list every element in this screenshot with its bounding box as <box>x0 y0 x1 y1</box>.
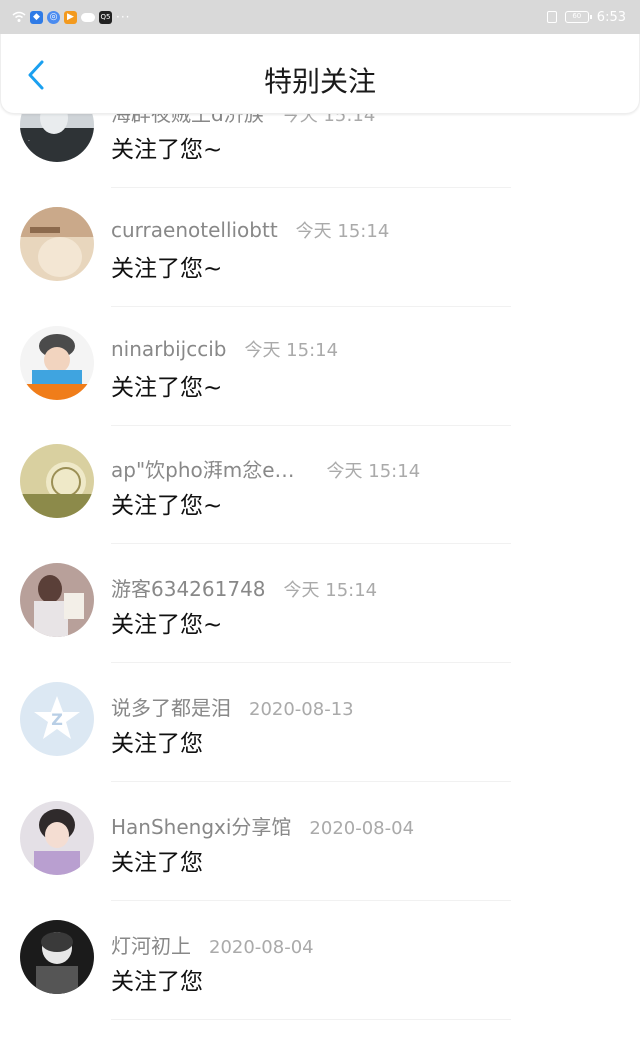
svg-text:·: · <box>28 138 30 145</box>
divider <box>111 1018 511 1020</box>
message-text: 关注了您 <box>111 849 203 876</box>
status-time: 6:53 <box>596 9 626 25</box>
avatar[interactable] <box>20 206 94 281</box>
username[interactable]: 游客634261748 <box>111 573 266 602</box>
avatar[interactable] <box>20 563 94 638</box>
app-icon-blue: ◆ <box>30 10 43 24</box>
username[interactable]: 灯河初上 <box>111 930 191 959</box>
timestamp: 2020-08-04 <box>309 817 415 839</box>
avatar[interactable] <box>20 919 94 994</box>
list-item[interactable]: HanShengxi分享馆 2020-08-04 关注了您 <box>0 783 640 902</box>
status-bar: ◆ ◎ ▶ Q5 ··· 60 6:53 <box>0 0 640 34</box>
message-text: 关注了您~ <box>111 137 223 163</box>
username[interactable]: 说多了都是泪 <box>111 692 231 721</box>
more-icon: ··· <box>116 10 131 24</box>
timestamp: 今天 15:14 <box>244 339 339 361</box>
message-text: 关注了您 <box>111 968 203 995</box>
username[interactable]: HanShengxi分享馆 <box>111 811 291 840</box>
wifi-icon <box>12 11 26 22</box>
timestamp: 今天 15:14 <box>283 580 378 602</box>
battery-icon: 60 <box>564 11 592 23</box>
username[interactable]: ap"饮pho湃m忿e… <box>111 454 295 483</box>
status-icons: ◆ ◎ ▶ Q5 ··· <box>12 10 130 24</box>
message-text: 关注了您 <box>111 730 203 757</box>
vibrate-icon <box>546 11 557 23</box>
page-title: 特别关注 <box>263 65 376 98</box>
avatar[interactable] <box>20 444 94 519</box>
list-item[interactable]: 游客634261748 今天 15:14 关注了您~ <box>0 545 640 664</box>
app-icon-black: Q5 <box>99 10 112 24</box>
default-avatar-icon: Z <box>20 681 94 756</box>
timestamp: 今天 15:14 <box>295 220 390 242</box>
list-item[interactable]: 灯河初上 2020-08-04 关注了您 <box>0 902 640 1021</box>
play-icon: ▶ <box>64 10 77 24</box>
message-text: 关注了您~ <box>111 493 223 520</box>
list-item[interactable]: Z 说多了都是泪 2020-08-13 关注了您 <box>0 664 640 783</box>
timestamp: 今天 15:14 <box>326 461 421 483</box>
timestamp: 2020-08-13 <box>249 698 354 720</box>
message-text: 关注了您~ <box>111 374 223 401</box>
message-text: 关注了您~ <box>111 612 223 639</box>
list-item[interactable]: curraenotelliobtt 今天 15:14 关注了您~ <box>0 189 640 308</box>
browser-icon: ◎ <box>47 10 60 24</box>
cloud-icon <box>81 12 95 22</box>
page-header: 特别关注 <box>0 34 640 114</box>
username[interactable]: curraenotelliobtt <box>111 218 278 242</box>
username[interactable]: ninarbijccib <box>111 337 226 361</box>
message-text: 关注了您~ <box>111 255 223 282</box>
avatar[interactable]: Z <box>20 681 94 756</box>
list-item[interactable]: ap"饮pho湃m忿e… 今天 15:14 关注了您~ <box>0 426 640 545</box>
avatar[interactable] <box>20 800 94 875</box>
svg-text:Z: Z <box>51 710 63 729</box>
timestamp: 2020-08-04 <box>209 936 314 958</box>
list-item[interactable]: ninarbijccib 今天 15:14 关注了您~ <box>0 308 640 427</box>
follow-notification-list: · 海辟夜贼王d济族 今天 15:14 关注了您~ curraenotellio… <box>0 88 640 1044</box>
avatar[interactable] <box>20 325 94 400</box>
